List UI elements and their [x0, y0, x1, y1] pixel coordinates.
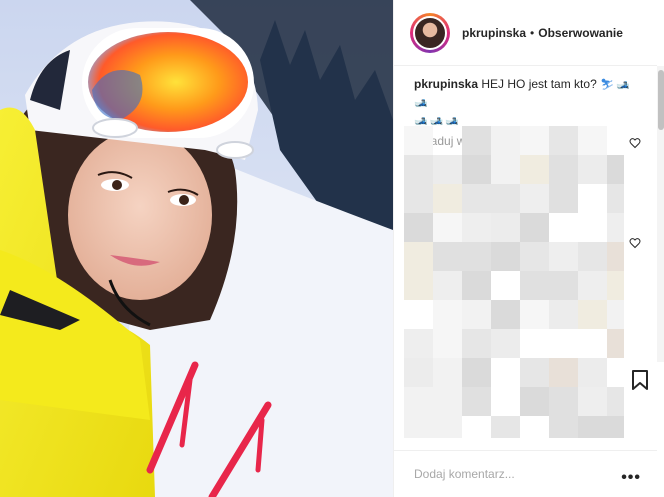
pixel-block [549, 300, 578, 329]
pixel-block [520, 213, 549, 242]
pixel-block [433, 271, 462, 300]
avatar[interactable] [410, 12, 450, 53]
pixel-block [549, 387, 578, 416]
pixelation-pattern [404, 126, 636, 445]
pixel-block [578, 155, 607, 184]
post-header: pkrupinska • Obserwowanie [394, 0, 657, 66]
pixel-block [607, 155, 636, 184]
pixel-block [520, 300, 549, 329]
pixel-block [578, 358, 607, 387]
pixel-block [404, 358, 433, 387]
pixel-block [491, 300, 520, 329]
pixelated-comments [404, 126, 636, 445]
pixel-block [491, 329, 520, 358]
ski-emoji-icon: 🎿 [414, 97, 428, 109]
pixel-block [433, 358, 462, 387]
caption-text: HEJ HO jest tam kto? [481, 77, 597, 91]
header-username[interactable]: pkrupinska [462, 26, 526, 40]
pixel-block [433, 387, 462, 416]
pixel-block [404, 242, 433, 271]
pixel-block [433, 155, 462, 184]
pixel-block [578, 271, 607, 300]
pixel-block [433, 184, 462, 213]
comment-footer: ••• [394, 450, 657, 497]
pixel-block [520, 184, 549, 213]
pixel-block [607, 271, 636, 300]
pixel-block [404, 126, 433, 155]
pixel-block [404, 271, 433, 300]
pixel-block [433, 213, 462, 242]
pixel-block [578, 126, 607, 155]
more-options-icon[interactable]: ••• [621, 469, 641, 487]
heart-icon[interactable] [629, 236, 641, 249]
pixel-block [462, 300, 491, 329]
post-side-panel: pkrupinska • Obserwowanie pkrupinska HEJ… [393, 0, 664, 497]
pixel-block [520, 155, 549, 184]
pixel-block [491, 416, 520, 445]
pixel-block [578, 242, 607, 271]
pixel-block [549, 126, 578, 155]
pixel-block [462, 184, 491, 213]
pixel-block [607, 300, 636, 329]
pixel-block [433, 329, 462, 358]
pixel-block [491, 242, 520, 271]
post-photo[interactable] [0, 0, 393, 497]
pixel-block [520, 358, 549, 387]
heart-icon[interactable] [629, 136, 641, 149]
pixel-block [433, 242, 462, 271]
pixel-block [549, 242, 578, 271]
pixel-block [607, 416, 636, 445]
pixel-block [404, 387, 433, 416]
pixel-block [549, 184, 578, 213]
pixel-block [462, 329, 491, 358]
pixel-block [462, 213, 491, 242]
pixel-block [520, 387, 549, 416]
pixel-block [549, 358, 578, 387]
pixel-block [520, 271, 549, 300]
pixel-block [491, 155, 520, 184]
pixel-block [607, 184, 636, 213]
pixel-block [578, 416, 607, 445]
avatar-image [413, 15, 447, 50]
pixel-block [607, 329, 636, 358]
pixel-block [607, 242, 636, 271]
pixel-block [404, 184, 433, 213]
ski-emoji-icon: 🎿 [616, 79, 630, 91]
pixel-block [404, 155, 433, 184]
pixel-block [404, 213, 433, 242]
comments-scrollbar[interactable] [657, 66, 664, 362]
photo-illustration [0, 0, 393, 497]
pixel-block [549, 271, 578, 300]
pixel-block [462, 387, 491, 416]
pixel-block [462, 358, 491, 387]
pixel-block [462, 155, 491, 184]
pixel-block [433, 416, 462, 445]
pixel-block [578, 300, 607, 329]
pixel-block [462, 242, 491, 271]
pixel-block [520, 242, 549, 271]
pixel-block [404, 416, 433, 445]
pixel-block [404, 329, 433, 358]
follow-button[interactable]: Obserwowanie [538, 26, 623, 40]
pixel-block [578, 387, 607, 416]
caption-username[interactable]: pkrupinska [414, 77, 478, 91]
pixel-block [549, 416, 578, 445]
pixel-block [520, 126, 549, 155]
bookmark-icon[interactable] [631, 370, 649, 390]
pixel-block [433, 300, 462, 329]
post-caption: pkrupinska HEJ HO jest tam kto? ⛷ 🎿🎿 🎿 🎿 🎿 [414, 76, 636, 130]
pixel-block [462, 126, 491, 155]
pixel-block [607, 387, 636, 416]
pixel-block [549, 155, 578, 184]
scrollbar-thumb[interactable] [658, 70, 664, 130]
pixel-block [491, 126, 520, 155]
pixel-block [491, 213, 520, 242]
pixel-block [462, 271, 491, 300]
pixel-block [607, 213, 636, 242]
pixel-block [491, 184, 520, 213]
header-separator: • [530, 25, 535, 40]
ski-emoji-icon: ⛷ [600, 79, 615, 91]
comment-input[interactable] [414, 467, 614, 481]
